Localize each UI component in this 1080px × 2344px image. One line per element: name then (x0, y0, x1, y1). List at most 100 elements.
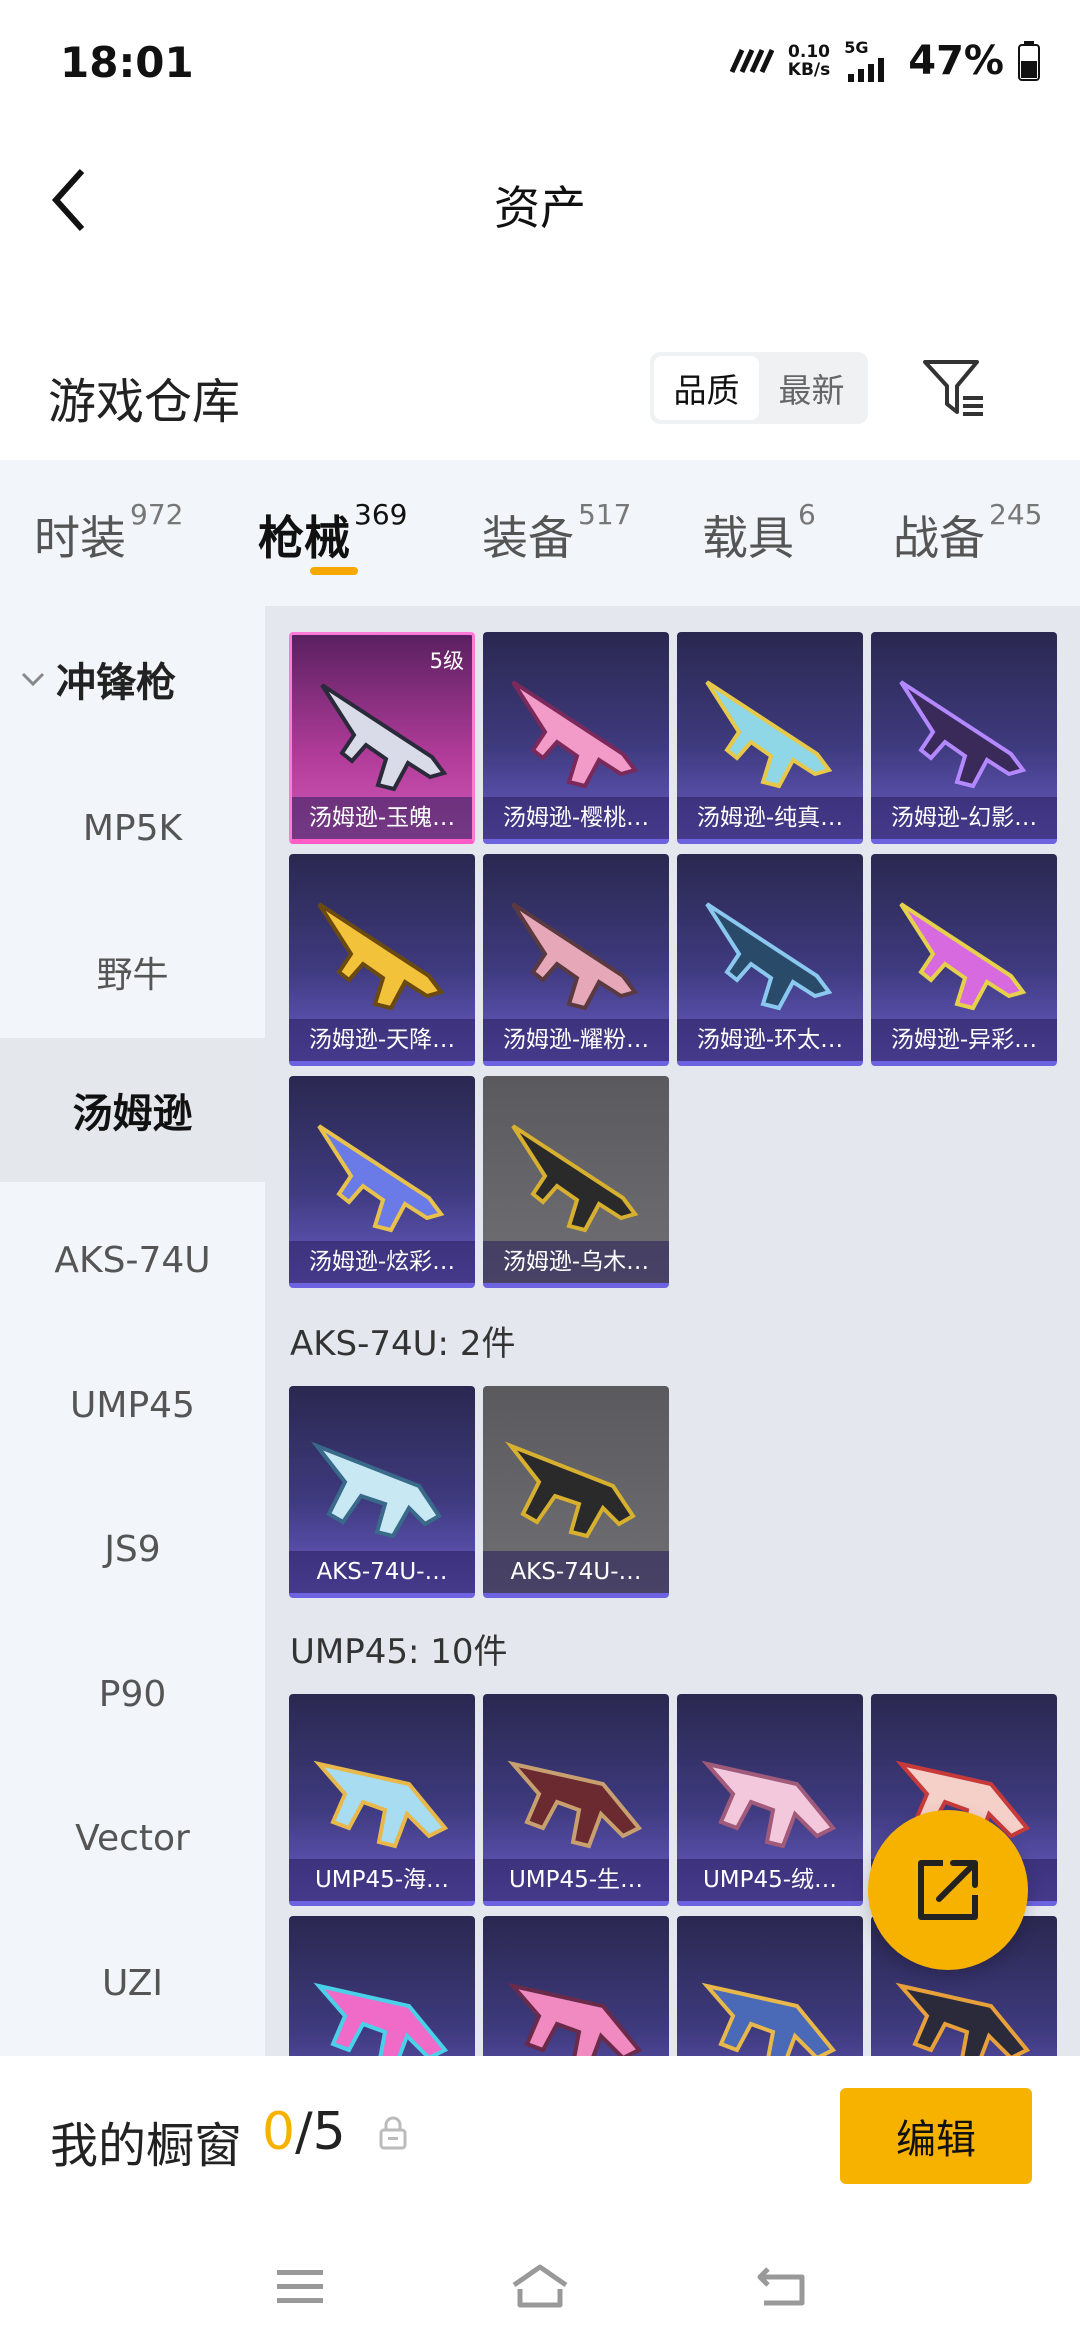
item-card[interactable]: 汤姆逊-异彩… (871, 854, 1057, 1066)
item-label: AKS-74U-… (483, 1551, 669, 1593)
sidebar-item-mp5k[interactable]: MP5K (0, 756, 265, 900)
home-icon (512, 2264, 568, 2308)
item-card[interactable]: AKS-74U-… (483, 1386, 669, 1598)
item-card[interactable]: 5级 汤姆逊-玉魄… (289, 632, 475, 844)
tab-count: 517 (578, 498, 632, 531)
item-card[interactable] (677, 1916, 863, 2056)
aks74u-skin-icon (504, 1441, 636, 1539)
sidebar-item-js9[interactable]: JS9 (0, 1477, 265, 1621)
thompson-skin-icon (511, 680, 639, 789)
item-label: 汤姆逊-乌木… (483, 1241, 669, 1283)
warehouse-title: 游戏仓库 (48, 374, 241, 430)
item-card[interactable]: 汤姆逊-天降… (289, 854, 475, 1066)
item-card[interactable]: 汤姆逊-幻影… (871, 632, 1057, 844)
sidebar-item-uzi[interactable]: UZI (0, 1911, 265, 2055)
thompson-skin-icon (705, 902, 833, 1011)
status-icons: 0.10 KB/s 5G 47% (728, 36, 1040, 86)
tab-weapons[interactable]: 枪械 369 (258, 498, 407, 568)
item-card[interactable]: 汤姆逊-耀粉… (483, 854, 669, 1066)
edit-button[interactable]: 编辑 (840, 2088, 1032, 2184)
item-label: UMP45-绒… (677, 1859, 863, 1901)
tab-equipment[interactable]: 装备 517 (482, 498, 631, 568)
sidebar-item-bizon[interactable]: 野牛 (0, 900, 265, 1044)
tab-count: 6 (798, 498, 816, 531)
item-label: 汤姆逊-天降… (289, 1019, 475, 1061)
sort-toggle: 品质 最新 (650, 352, 868, 424)
share-button[interactable] (868, 1810, 1028, 1970)
item-card[interactable] (289, 1916, 475, 2056)
filter-button[interactable] (918, 352, 990, 424)
net-speed-unit: KB/s (787, 60, 831, 80)
signal-logo-icon (729, 48, 774, 74)
item-label: 汤姆逊-幻影… (871, 797, 1057, 839)
item-card[interactable]: 汤姆逊-炫彩… (289, 1076, 475, 1288)
sidebar-item-thompson[interactable]: 汤姆逊 (0, 1038, 265, 1182)
item-label: 汤姆逊-环太… (677, 1019, 863, 1061)
tab-label: 载具 (702, 511, 794, 565)
item-card[interactable]: UMP45-海… (289, 1694, 475, 1906)
nav-home-button[interactable] (500, 2256, 580, 2316)
status-bar: 18:01 0.10 KB/s 5G 47% (0, 0, 1080, 120)
ump45-skin-icon (313, 1760, 449, 1849)
ump45-skin-icon (313, 1982, 449, 2056)
weapon-type-sidebar: 冲锋枪 MP5K 野牛 汤姆逊 AKS-74U UMP45 JS9 P90 Ve… (0, 606, 265, 2056)
ump45-skin-icon (507, 1760, 643, 1849)
item-card[interactable]: 汤姆逊-樱桃… (483, 632, 669, 844)
item-label: 汤姆逊-玉魄… (292, 797, 472, 839)
ump45-skin-icon (701, 1982, 837, 2056)
tab-count: 369 (354, 498, 408, 531)
network-type: 5G (844, 38, 869, 57)
nav-back-icon (757, 2267, 805, 2306)
thompson-skin-icon (317, 902, 445, 1011)
net-speed-value: 0.10 (788, 42, 830, 62)
item-card[interactable] (483, 1916, 669, 2056)
item-card[interactable]: AKS-74U-… (289, 1386, 475, 1598)
showcase-total: /5 (295, 2102, 346, 2162)
tab-supplies[interactable]: 战备 245 (893, 498, 1042, 568)
tab-vehicles[interactable]: 载具 6 (702, 498, 816, 568)
thompson-skin-icon (899, 680, 1027, 789)
item-label: 汤姆逊-异彩… (871, 1019, 1057, 1061)
page-title: 资产 (494, 181, 586, 235)
active-tab-indicator (310, 567, 358, 575)
item-card[interactable]: 汤姆逊-纯真… (677, 632, 863, 844)
item-card[interactable]: 汤姆逊-乌木… (483, 1076, 669, 1288)
thompson-skin-icon (899, 902, 1027, 1011)
sidebar-item-ump45[interactable]: UMP45 (0, 1333, 265, 1477)
filter-icon (923, 360, 983, 416)
chevron-down-icon (21, 672, 45, 687)
tab-outfits[interactable]: 时装 972 (34, 498, 183, 568)
tab-label: 战备 (893, 511, 985, 565)
cell-signal-icon (848, 58, 885, 82)
tab-label: 时装 (34, 511, 126, 565)
item-card[interactable]: UMP45-生… (483, 1694, 669, 1906)
item-card[interactable]: 汤姆逊-环太… (677, 854, 863, 1066)
sidebar-item-aks74u[interactable]: AKS-74U (0, 1188, 265, 1332)
item-label: 汤姆逊-耀粉… (483, 1019, 669, 1061)
app-header: 资产 (0, 120, 1080, 280)
item-label: 汤姆逊-纯真… (677, 797, 863, 839)
item-card[interactable]: UMP45-绒… (677, 1694, 863, 1906)
thompson-skin-icon (511, 902, 639, 1011)
tab-label: 装备 (482, 511, 574, 565)
sidebar-item-vector[interactable]: Vector (0, 1766, 265, 1910)
showcase-label: 我的橱窗 (50, 2118, 243, 2174)
sidebar-item-p90[interactable]: P90 (0, 1622, 265, 1766)
sidebar-group-smg[interactable]: 冲锋枪 (20, 650, 176, 708)
tab-label: 枪械 (258, 511, 350, 565)
share-export-icon (918, 1860, 978, 1920)
nav-menu-button[interactable] (260, 2256, 340, 2316)
sort-quality[interactable]: 品质 (654, 356, 759, 420)
item-label: 汤姆逊-樱桃… (483, 797, 669, 839)
net-speed: 0.10 KB/s (788, 43, 830, 79)
section-title-aks74u: AKS-74U: 2件 (290, 1324, 516, 1364)
showcase-bar: 我的橱窗 0/5 编辑 (0, 2056, 1080, 2216)
category-tabs: 时装 972 枪械 369 装备 517 载具 6 战备 245 (0, 460, 1080, 606)
sort-newest[interactable]: 最新 (759, 356, 864, 420)
showcase-used: 0 (262, 2102, 296, 2162)
nav-back-button[interactable] (742, 2256, 822, 2316)
thompson-skin-icon (705, 680, 833, 789)
battery-icon (1018, 41, 1040, 81)
item-label: UMP45-海… (289, 1859, 475, 1901)
menu-icon (277, 2270, 323, 2303)
